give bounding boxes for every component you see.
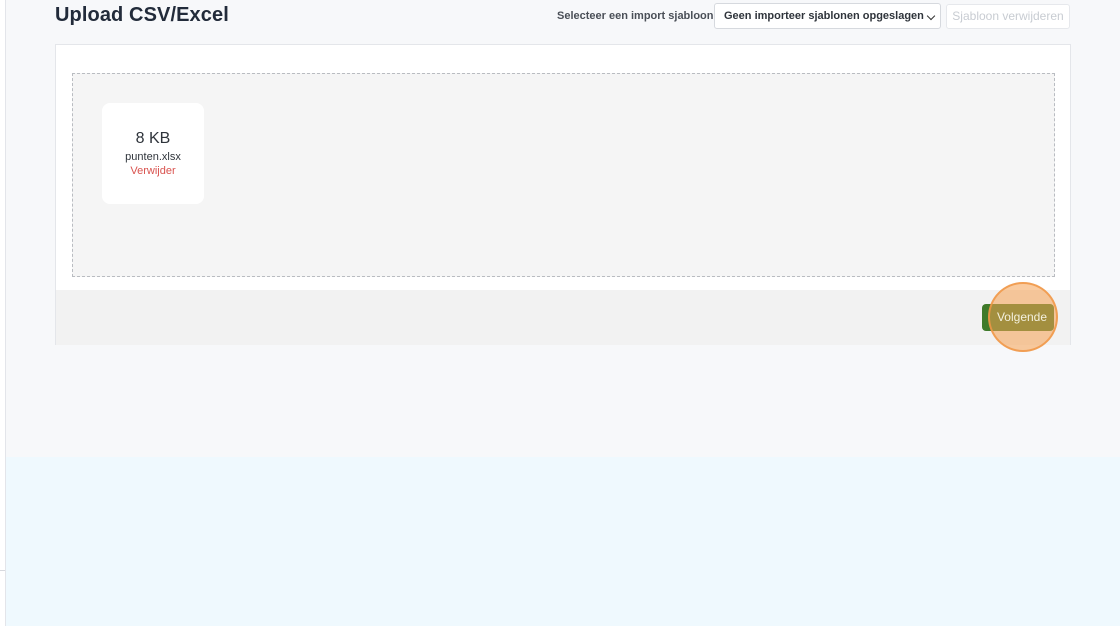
template-select-value: Geen importeer sjablonen opgeslagen: [724, 10, 924, 22]
lower-background: [6, 457, 1120, 626]
file-size: 8 KB: [135, 130, 171, 147]
template-select-label: Selecteer een import sjabloon: [557, 10, 714, 22]
upload-panel: 8 KB punten.xlsx Verwijder Volgende: [55, 44, 1071, 345]
sidebar-divider: [0, 570, 5, 571]
file-dropzone[interactable]: 8 KB punten.xlsx Verwijder: [72, 73, 1055, 277]
file-name: punten.xlsx: [125, 151, 181, 163]
panel-footer: Volgende: [56, 290, 1070, 345]
template-select[interactable]: Geen importeer sjablonen opgeslagen: [714, 3, 941, 29]
delete-template-button[interactable]: Sjabloon verwijderen: [946, 4, 1070, 29]
page-title: Upload CSV/Excel: [55, 4, 229, 26]
next-button-label: Volgende: [996, 310, 1048, 324]
file-preview-card: 8 KB punten.xlsx Verwijder: [102, 103, 204, 204]
chevron-down-icon: [926, 11, 936, 21]
remove-file-link[interactable]: Verwijder: [102, 165, 204, 177]
next-button[interactable]: Volgende: [982, 304, 1054, 331]
